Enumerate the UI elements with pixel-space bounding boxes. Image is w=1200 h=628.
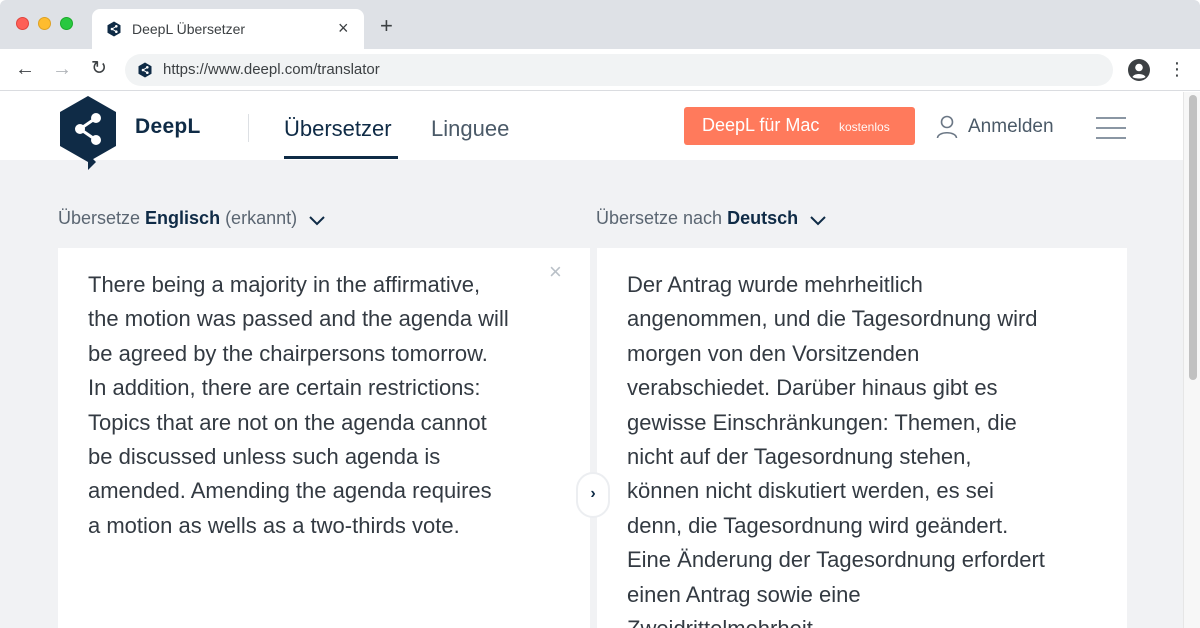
nav-linguee[interactable]: Linguee bbox=[431, 116, 509, 142]
new-tab-button[interactable]: + bbox=[380, 15, 393, 37]
swap-languages-button[interactable]: › bbox=[576, 472, 610, 518]
brand-name[interactable]: DeepL bbox=[135, 115, 201, 139]
chevron-right-icon: › bbox=[590, 485, 596, 502]
back-button[interactable]: ← bbox=[13, 57, 37, 81]
nav-translator[interactable]: Übersetzer bbox=[284, 116, 392, 142]
forward-button[interactable]: → bbox=[50, 57, 74, 81]
source-lang-prefix: Übersetze bbox=[58, 208, 146, 228]
clear-text-icon[interactable]: × bbox=[549, 260, 562, 284]
reload-button[interactable]: ↻ bbox=[87, 57, 111, 81]
page-scrollbar[interactable] bbox=[1183, 92, 1200, 628]
login-link[interactable]: Anmelden bbox=[968, 116, 1054, 138]
browser-tab-bar: DeepL Übersetzer × + bbox=[0, 0, 1200, 49]
hamburger-menu-icon[interactable] bbox=[1096, 117, 1126, 139]
profile-icon[interactable] bbox=[1127, 58, 1151, 82]
source-lang-detected: (erkannt) bbox=[220, 208, 298, 228]
target-language: Deutsch bbox=[727, 208, 799, 228]
nav-active-indicator bbox=[284, 156, 398, 159]
window-minimize-button[interactable] bbox=[38, 17, 51, 30]
target-language-selector[interactable]: Übersetze nach Deutsch bbox=[596, 208, 827, 229]
tab-close-icon[interactable]: × bbox=[338, 17, 349, 39]
chevron-down-icon bbox=[810, 216, 826, 226]
url-text[interactable]: https://www.deepl.com/translator bbox=[163, 61, 380, 78]
source-textarea[interactable]: There being a majority in the affirmativ… bbox=[88, 268, 578, 543]
deepl-favicon-icon bbox=[107, 21, 121, 37]
deepl-for-mac-button[interactable]: DeepL für Mac kostenlos bbox=[684, 107, 915, 145]
user-icon[interactable] bbox=[936, 115, 958, 139]
window-close-button[interactable] bbox=[16, 17, 29, 30]
source-language: Englisch bbox=[145, 208, 221, 228]
site-info-icon[interactable] bbox=[137, 62, 153, 78]
tab-title: DeepL Übersetzer bbox=[132, 21, 246, 37]
page-content: DeepL Übersetzer Linguee DeepL für Mac k… bbox=[0, 92, 1183, 628]
site-header: DeepL Übersetzer Linguee DeepL für Mac k… bbox=[0, 92, 1183, 170]
target-lang-prefix: Übersetze nach bbox=[596, 208, 728, 228]
mac-button-label: DeepL für Mac bbox=[702, 115, 820, 135]
browser-menu-icon[interactable]: ⋮ bbox=[1168, 57, 1186, 81]
browser-toolbar: ← → ↻ https://www.deepl.com/translator ⋮ bbox=[0, 49, 1200, 91]
window-zoom-button[interactable] bbox=[60, 17, 73, 30]
browser-tab[interactable]: DeepL Übersetzer × bbox=[92, 9, 364, 49]
scrollbar-thumb[interactable] bbox=[1189, 95, 1197, 380]
target-text-panel: Der Antrag wurde mehrheitlich angenommen… bbox=[597, 248, 1127, 628]
deepl-logo-icon[interactable] bbox=[58, 96, 118, 170]
source-text-panel[interactable]: There being a majority in the affirmativ… bbox=[58, 248, 590, 628]
header-divider bbox=[248, 114, 249, 142]
translation-output[interactable]: Der Antrag wurde mehrheitlich angenommen… bbox=[627, 268, 1117, 628]
source-language-selector[interactable]: Übersetze Englisch (erkannt) bbox=[58, 208, 326, 229]
chevron-down-icon bbox=[309, 216, 325, 226]
address-bar[interactable]: https://www.deepl.com/translator bbox=[125, 54, 1113, 86]
mac-button-badge: kostenlos bbox=[839, 120, 890, 134]
